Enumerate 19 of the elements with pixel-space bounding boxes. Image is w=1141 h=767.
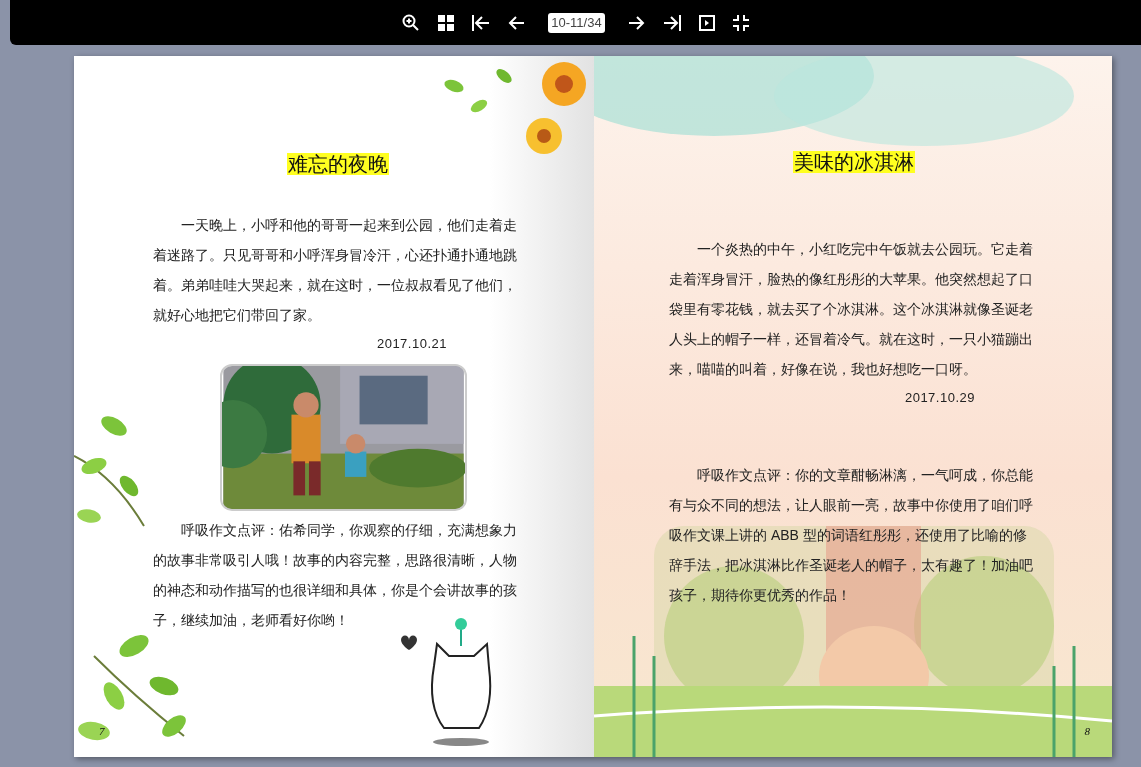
date-text: 2017.10.29: [904, 389, 975, 407]
page-number: 8: [1084, 723, 1090, 739]
page-title: 美味的冰淇淋: [793, 151, 915, 173]
forward-arrow-icon[interactable]: [628, 14, 645, 31]
exit-fullscreen-icon[interactable]: [732, 14, 749, 31]
comment-text: 呼吸作文点评：你的文章酣畅淋漓，一气呵成，你总能有与众不同的想法，让人眼前一亮，故事中你使用了咱们呼吸作文课上讲的 ABB 型的词语红彤彤，还使用了比喻的修辞手法，把冰淇淋比作圣诞老人的帽子，太有趣了！加油吧孩子，期待你更优秀的作品！: [669, 466, 1034, 605]
comment-text: 呼吸作文点评：佑希同学，你观察的仔细，充满想象力的故事非常吸引人哦！故事的内容完整，思路很清晰，人物的神态和动作描写的也很详细和具体，你是个会讲故事的孩子，继续加油，老师看好你哟！: [153, 521, 518, 630]
page-number: 7: [99, 723, 105, 739]
back-arrow-icon[interactable]: [508, 14, 525, 31]
date-text: 2017.10.21: [376, 335, 447, 353]
page-title: 难忘的夜晚: [286, 153, 389, 175]
page-indicator[interactable]: 10-11/34: [548, 12, 605, 33]
first-page-icon[interactable]: [472, 14, 491, 31]
last-page-icon[interactable]: [662, 14, 681, 31]
story-text: 一个炎热的中午，小红吃完中午饭就去公园玩。它走着走着浑身冒汗，脸热的像红彤彤的大苹果。他突然想起了口袋里有零花钱，就去买了个冰淇淋。这个冰淇淋就像圣诞老人头上的帽子一样，还冒着冷气。就在这时，一只小猫蹦出来，喵喵的叫着，好像在说，我也好想吃一口呀。: [669, 240, 1034, 379]
grid-icon[interactable]: [438, 14, 455, 31]
zoom-in-icon[interactable]: [402, 13, 421, 32]
story-text: 一天晚上，小呼和他的哥哥一起来到公园，他们走着走着迷路了。只见哥哥和小呼浑身冒冷汗，心还扑通扑通地跳着。弟弟哇哇大哭起来，就在这时，一位叔叔看见了他们，就好心地把它们带回了家。: [153, 216, 518, 325]
play-icon[interactable]: [698, 14, 715, 31]
